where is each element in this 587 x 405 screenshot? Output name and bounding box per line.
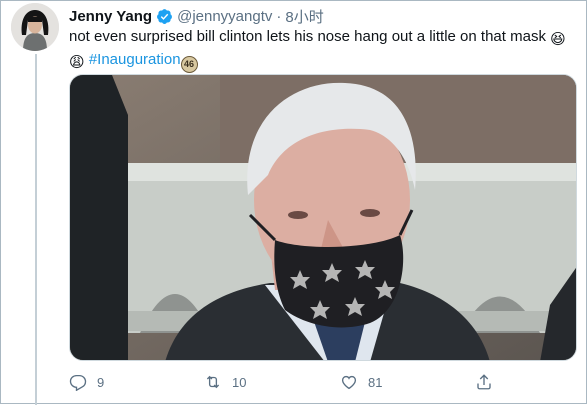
hashtag-emoji-badge-icon: 46 [180,56,198,73]
retweet-icon [206,375,220,389]
thread-line [35,54,37,405]
avatar[interactable] [11,3,59,51]
author-name[interactable]: Jenny Yang [69,8,152,25]
reply-icon [69,374,87,391]
retweet-count: 10 [232,374,247,390]
like-button[interactable]: 81 [340,370,382,394]
grinning-squinting-emoji-icon: 😆 [550,31,566,48]
separator-dot: · [276,7,282,25]
photo-content [70,75,576,360]
tweet-photo[interactable] [69,74,577,361]
avatar-photo [11,3,59,51]
verified-badge-icon [156,8,173,25]
reply-button[interactable]: 9 [69,370,104,394]
retweet-button[interactable]: 10 [204,370,246,394]
reply-count: 9 [97,374,105,390]
tweet-body: not even surprised bill clinton lets his… [69,28,546,45]
like-icon [341,375,357,390]
like-count: 81 [368,374,383,390]
hashtag-link[interactable]: #Inauguration [89,51,181,68]
tweet-actions: 9 10 81 [69,370,509,394]
tweet-header: Jenny Yang @jennyyangtv · 8小时 [69,6,324,26]
tweet-text: not even surprised bill clinton lets his… [69,27,579,73]
timestamp[interactable]: 8小时 [285,6,323,27]
author-handle[interactable]: @jennyyangtv [177,8,272,25]
weary-face-emoji-icon: 😩 [69,54,85,71]
share-icon [477,374,491,390]
tweet-card: Jenny Yang @jennyyangtv · 8小时 not even s… [0,0,587,405]
share-button[interactable] [475,370,493,394]
